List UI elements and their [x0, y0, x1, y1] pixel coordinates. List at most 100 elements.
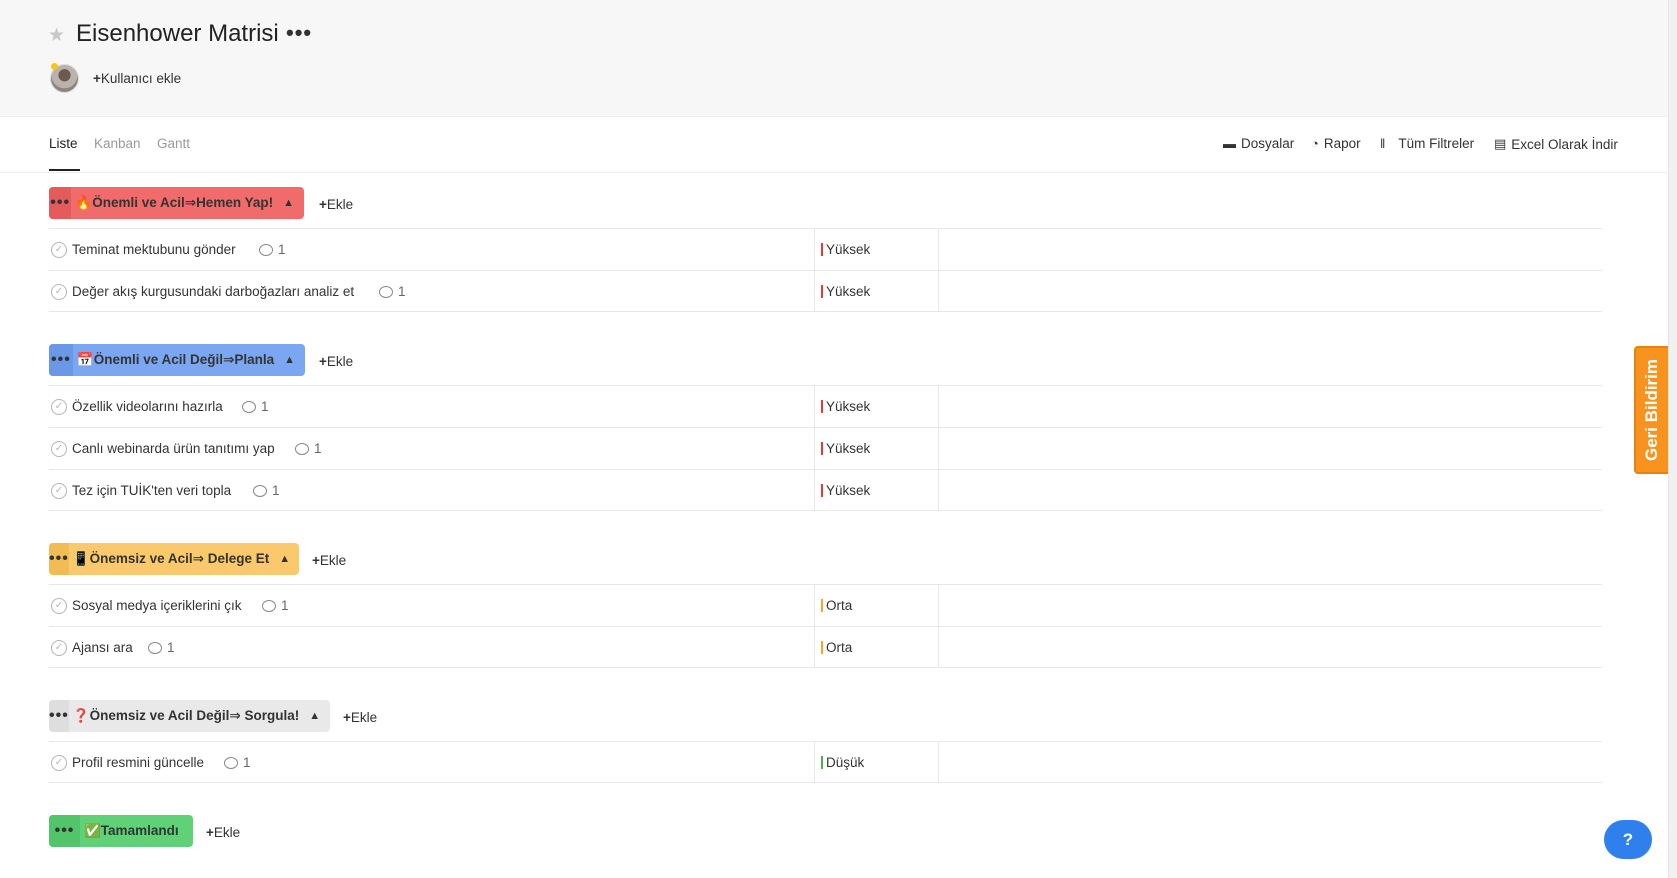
priority-label: Yüksek: [826, 441, 871, 456]
priority-cell[interactable]: Orta: [821, 640, 852, 655]
priority-indicator: [821, 285, 823, 298]
table-row[interactable]: ✓ Özellik videolarını hazırla 1 Yüksek: [49, 385, 1602, 427]
group-menu-icon[interactable]: •••: [49, 815, 80, 847]
column-divider: [814, 470, 815, 511]
column-divider: [814, 229, 815, 270]
column-divider: [814, 627, 815, 668]
excel-label: Excel Olarak İndir: [1511, 136, 1618, 152]
task-title[interactable]: Tez için TUİK'ten veri topla: [72, 483, 231, 498]
comment-count-label: 1: [281, 598, 289, 613]
check-circle-icon[interactable]: ✓: [51, 640, 67, 656]
group-header-important-not-urgent[interactable]: ••• 📅Önemli ve Acil Değil⇒Planla ▲: [49, 344, 305, 376]
group-menu-icon[interactable]: •••: [49, 543, 69, 575]
task-title[interactable]: Canlı webinarda ürün tanıtımı yap: [72, 441, 275, 456]
task-title[interactable]: Sosyal medya içeriklerini çık: [72, 598, 242, 613]
group-header-not-urgent-not-important[interactable]: ••• ❓Önemsiz ve Acil Değil⇒ Sorgula! ▲: [49, 700, 330, 732]
table-row[interactable]: ✓ Ajansı ara 1 Orta: [49, 626, 1602, 668]
tab-kanban[interactable]: Kanban: [94, 136, 141, 151]
group-header-urgent-important[interactable]: ••• 🔥Önemli ve Acil⇒Hemen Yap! ▲: [49, 187, 304, 219]
add-task-button[interactable]: +Ekle: [312, 553, 346, 568]
task-title[interactable]: Teminat mektubunu gönder: [72, 242, 236, 257]
comment-icon: [259, 243, 273, 256]
priority-indicator: [821, 599, 823, 612]
task-title[interactable]: Ajansı ara: [72, 640, 133, 655]
comment-icon: [224, 756, 238, 769]
group-menu-icon[interactable]: •••: [49, 344, 73, 376]
plus-icon: +: [319, 197, 327, 212]
comment-count[interactable]: 1: [259, 242, 286, 257]
priority-cell[interactable]: Orta: [821, 598, 852, 613]
table-row[interactable]: ✓ Sosyal medya içeriklerini çık 1 Orta: [49, 584, 1602, 626]
task-title[interactable]: Değer akış kurgusundaki darboğazları ana…: [72, 284, 354, 299]
check-circle-icon[interactable]: ✓: [51, 441, 67, 457]
excel-download-button[interactable]: ▤ Excel Olarak İndir: [1494, 136, 1618, 152]
chevron-up-icon[interactable]: ▲: [309, 710, 320, 722]
add-task-label: Ekle: [326, 354, 354, 369]
group-header-urgent-not-important[interactable]: ••• 📱Önemsiz ve Acil⇒ Delege Et ▲: [49, 543, 299, 575]
check-circle-icon[interactable]: ✓: [51, 399, 67, 415]
group-header-completed[interactable]: ••• ✅Tamamlandı: [49, 815, 193, 847]
priority-indicator: [821, 756, 823, 769]
report-button[interactable]: ◔ Rapor: [1311, 136, 1361, 151]
add-user-button[interactable]: +Kullanıcı ekle: [93, 71, 181, 86]
filters-label: Tüm Filtreler: [1398, 136, 1475, 151]
column-divider: [814, 428, 815, 469]
comment-count[interactable]: 1: [295, 441, 322, 456]
add-task-button[interactable]: +Ekle: [319, 354, 353, 369]
check-circle-icon[interactable]: ✓: [51, 242, 67, 258]
check-circle-icon[interactable]: ✓: [51, 483, 67, 499]
priority-cell[interactable]: Yüksek: [821, 483, 870, 498]
comment-count[interactable]: 1: [262, 598, 289, 613]
table-row[interactable]: ✓ Profil resmini güncelle 1 Düşük: [49, 741, 1602, 783]
star-icon[interactable]: ★: [48, 26, 68, 46]
tab-liste[interactable]: Liste: [49, 136, 78, 151]
table-row[interactable]: ✓ Değer akış kurgusundaki darboğazları a…: [49, 270, 1602, 312]
filters-button[interactable]: ‖ Tüm Filtreler: [1380, 136, 1474, 151]
comment-icon: [253, 484, 267, 497]
priority-indicator: [821, 484, 823, 497]
priority-cell[interactable]: Yüksek: [821, 242, 870, 257]
group-menu-icon[interactable]: •••: [49, 700, 69, 732]
add-task-label: Ekle: [326, 197, 354, 212]
comment-count-label: 1: [243, 755, 251, 770]
table-row[interactable]: ✓ Teminat mektubunu gönder 1 Yüksek: [49, 228, 1602, 270]
plus-icon: +: [312, 553, 320, 568]
priority-cell[interactable]: Düşük: [821, 755, 864, 770]
tab-gantt[interactable]: Gantt: [157, 136, 190, 151]
chevron-up-icon[interactable]: ▲: [284, 354, 295, 366]
check-circle-icon[interactable]: ✓: [51, 755, 67, 771]
add-task-button[interactable]: +Ekle: [343, 710, 377, 725]
column-divider: [938, 627, 939, 668]
check-circle-icon[interactable]: ✓: [51, 284, 67, 300]
help-button[interactable]: ?: [1604, 820, 1652, 859]
chevron-up-icon[interactable]: ▲: [279, 553, 290, 565]
check-circle-icon[interactable]: ✓: [51, 598, 67, 614]
task-title[interactable]: Özellik videolarını hazırla: [72, 399, 223, 414]
group-menu-icon[interactable]: •••: [49, 187, 72, 219]
comment-count[interactable]: 1: [253, 483, 280, 498]
task-title[interactable]: Profil resmini güncelle: [72, 755, 204, 770]
scrollbar[interactable]: [1668, 0, 1677, 878]
priority-cell[interactable]: Yüksek: [821, 399, 870, 414]
more-options-icon[interactable]: •••: [286, 20, 312, 46]
priority-cell[interactable]: Yüksek: [821, 284, 870, 299]
table-row[interactable]: ✓ Canlı webinarda ürün tanıtımı yap 1 Yü…: [49, 427, 1602, 469]
comment-count[interactable]: 1: [379, 284, 406, 299]
add-task-button[interactable]: +Ekle: [206, 825, 240, 840]
comment-count-label: 1: [398, 284, 406, 299]
comment-count[interactable]: 1: [148, 640, 175, 655]
column-divider: [938, 229, 939, 270]
table-row[interactable]: ✓ Tez için TUİK'ten veri topla 1 Yüksek: [49, 469, 1602, 511]
chevron-up-icon[interactable]: ▲: [283, 197, 294, 209]
folder-icon: ▬: [1223, 136, 1236, 151]
feedback-tab[interactable]: Geri Bildirim: [1634, 346, 1670, 474]
files-button[interactable]: ▬ Dosyalar: [1223, 136, 1294, 151]
comment-icon: [242, 400, 256, 413]
add-task-button[interactable]: +Ekle: [319, 197, 353, 212]
priority-cell[interactable]: Yüksek: [821, 441, 870, 456]
comment-count[interactable]: 1: [242, 399, 269, 414]
comment-count[interactable]: 1: [224, 755, 251, 770]
page-title: Eisenhower Matrisi: [76, 20, 279, 47]
comment-count-label: 1: [278, 242, 286, 257]
group-label: 🔥Önemli ve Acil⇒Hemen Yap!: [75, 195, 274, 210]
